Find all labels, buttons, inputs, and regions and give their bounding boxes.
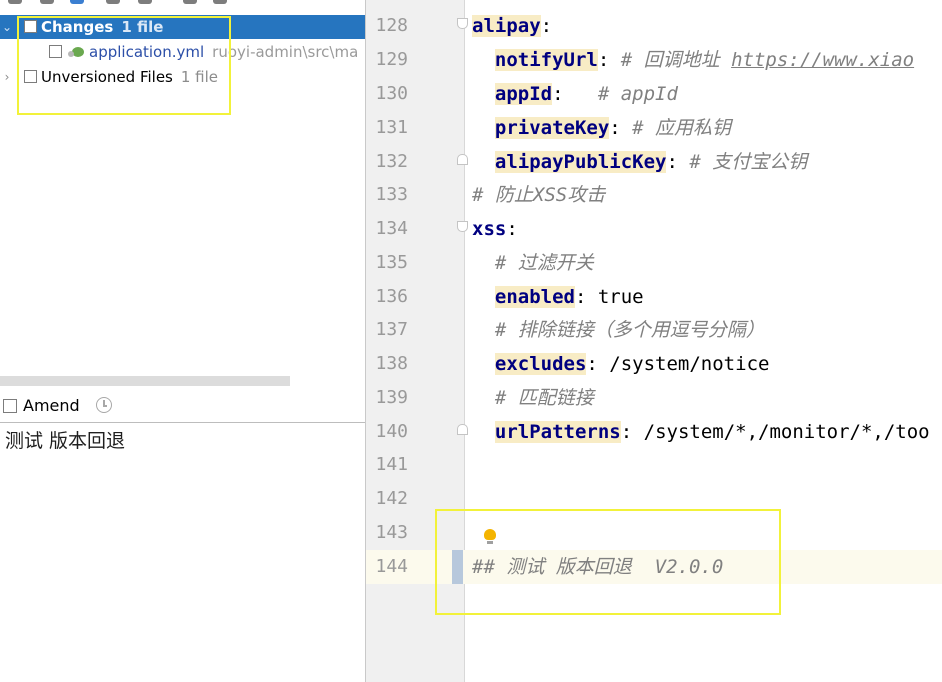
amend-label[interactable]: Amend [23, 393, 80, 419]
yaml-comment: # 回调地址 [620, 49, 732, 71]
code-line: 133 # 防止XSS攻击 [366, 178, 942, 212]
line-number: 131 [375, 117, 408, 138]
changes-checkbox[interactable] [24, 20, 37, 33]
code-line: 135 # 过滤开关 [366, 246, 942, 280]
fold-end-icon[interactable] [457, 424, 468, 435]
url-link[interactable]: https://www.xiao [731, 49, 914, 71]
current-code-line: 144 ## 测试 版本回退 V2.0.0 [366, 550, 942, 584]
code-line: 137 # 排除链接（多个用逗号分隔） [366, 313, 942, 347]
line-number: 137 [375, 319, 408, 340]
code-line: 141 [366, 448, 942, 482]
code-line: 129 notifyUrl: # 回调地址 https://www.xiao [366, 43, 942, 77]
yaml-comment: # 防止XSS攻击 [472, 184, 606, 206]
changelist-changes[interactable]: ⌄ Changes 1 file [0, 15, 365, 39]
yaml-comment: # 排除链接（多个用逗号分隔） [494, 319, 765, 341]
refresh-icon[interactable] [8, 0, 22, 4]
changes-count: 1 file [121, 18, 164, 36]
fold-icon[interactable] [457, 18, 468, 29]
unversioned-count: 1 file [180, 68, 219, 86]
code-line: 142 [366, 482, 942, 516]
line-number: 140 [375, 421, 408, 442]
line-number: 135 [375, 252, 408, 273]
code-line: 132 alipayPublicKey: # 支付宝公钥 [366, 145, 942, 179]
yaml-value: true [597, 286, 644, 308]
file-checkbox[interactable] [49, 45, 62, 58]
commit-panel: ⌄ Changes 1 file application.yml ruoyi-adm… [0, 0, 365, 682]
collapse-all-icon[interactable] [213, 0, 227, 4]
amend-bar: Amend [0, 393, 365, 419]
yaml-key: alipayPublicKey [494, 151, 667, 173]
amend-checkbox[interactable] [3, 399, 17, 413]
yaml-comment: # 应用私钥 [632, 117, 732, 139]
file-name: application.yml [89, 43, 205, 61]
yaml-comment: # 支付宝公钥 [689, 151, 808, 173]
update-icon[interactable] [70, 0, 84, 4]
yaml-key: notifyUrl [494, 49, 598, 71]
line-number: 138 [375, 353, 408, 374]
line-number: 128 [375, 15, 408, 36]
yaml-key: urlPatterns [494, 421, 621, 443]
fold-icon[interactable] [457, 221, 468, 232]
changes-label: Changes [41, 18, 114, 36]
line-number: 144 [375, 556, 408, 577]
change-marker[interactable] [452, 550, 463, 584]
yaml-key: privateKey [494, 117, 610, 139]
code-line: 131 privateKey: # 应用私钥 [366, 111, 942, 145]
line-number: 142 [375, 488, 408, 509]
yaml-comment: # appId [597, 83, 678, 105]
yaml-key: alipay [472, 15, 541, 37]
yaml-comment: ## 测试 版本回退 V2.0.0 [472, 556, 724, 578]
code-line: 139 # 匹配链接 [366, 381, 942, 415]
fold-end-icon[interactable] [457, 154, 468, 165]
divider [0, 422, 365, 423]
yaml-key: enabled [494, 286, 575, 308]
code-editor[interactable]: 128 alipay: 129 notifyUrl: # 回调地址 https:… [366, 0, 942, 682]
rollback-icon[interactable] [40, 0, 54, 4]
unversioned-checkbox[interactable] [24, 70, 37, 83]
chevron-right-icon[interactable]: › [2, 65, 12, 89]
file-row[interactable]: application.yml ruoyi-admin\src\ma [0, 40, 365, 64]
code-line: 130 appId: # appId [366, 77, 942, 111]
line-number: 136 [375, 286, 408, 307]
chevron-down-icon[interactable]: ⌄ [2, 15, 12, 39]
line-number: 141 [375, 454, 408, 475]
line-number: 139 [375, 387, 408, 408]
code-line: 138 excludes: /system/notice [366, 347, 942, 381]
unversioned-label: Unversioned Files [41, 68, 173, 86]
code-line: 134 xss: [366, 212, 942, 246]
commit-message-input[interactable]: 测试 版本回退 [5, 426, 125, 456]
history-icon[interactable] [96, 397, 112, 413]
expand-all-icon[interactable] [183, 0, 197, 4]
lightbulb-icon[interactable] [484, 529, 496, 544]
code-line: 140 urlPatterns: /system/*,/monitor/*,/t… [366, 415, 942, 449]
line-number: 143 [375, 522, 408, 543]
yaml-key: excludes [494, 353, 587, 375]
line-number: 133 [375, 184, 408, 205]
changelist-unversioned[interactable]: › Unversioned Files 1 file [0, 65, 365, 89]
yaml-comment: # 过滤开关 [494, 252, 594, 274]
line-number: 134 [375, 218, 408, 239]
yaml-comment: # 匹配链接 [494, 387, 594, 409]
line-number: 132 [375, 151, 408, 172]
line-number: 129 [375, 49, 408, 70]
file-path: ruoyi-admin\src\ma [212, 43, 359, 61]
yaml-key: xss [472, 218, 507, 240]
horizontal-scrollbar[interactable] [0, 376, 290, 386]
code-line: 136 enabled: true [366, 280, 942, 314]
shelve-icon[interactable] [138, 0, 152, 4]
yaml-value: /system/notice [609, 353, 770, 375]
line-number: 130 [375, 83, 408, 104]
yaml-file-icon [68, 47, 84, 57]
toolbar [0, 0, 365, 8]
yaml-value: /system/*,/monitor/*,/too [643, 421, 930, 443]
yaml-key: appId [494, 83, 553, 105]
diff-icon[interactable] [106, 0, 120, 4]
code-line: 143 [366, 516, 942, 550]
code-line: 128 alipay: [366, 9, 942, 43]
